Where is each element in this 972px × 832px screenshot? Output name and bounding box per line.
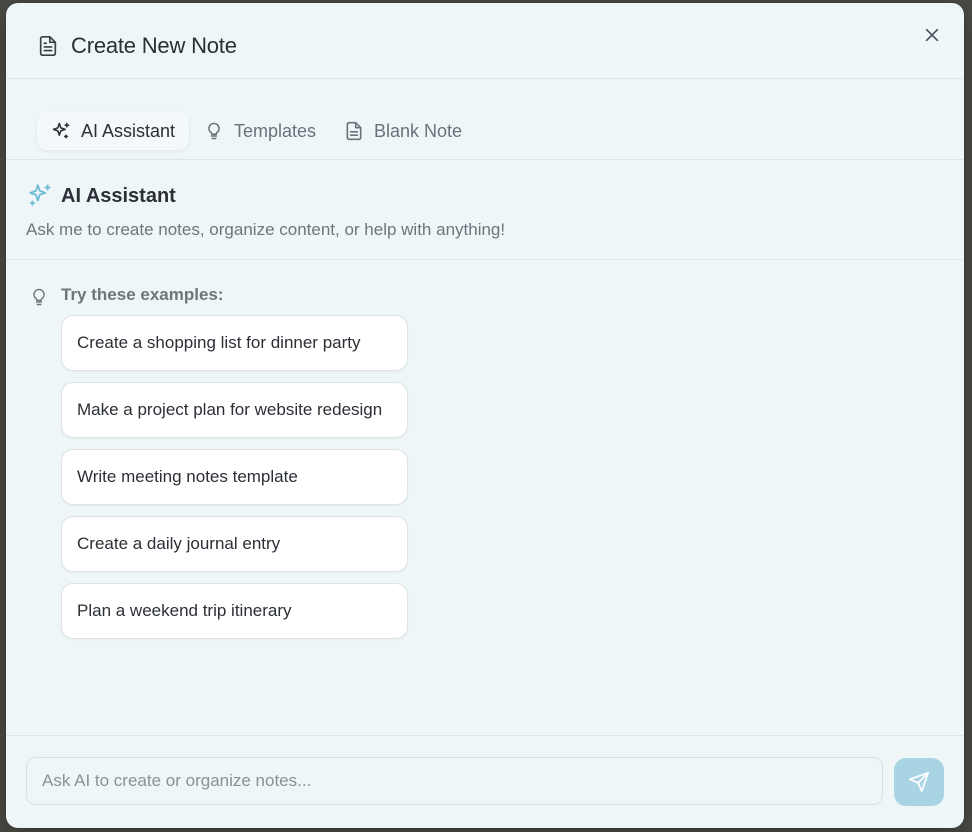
examples-list: Create a shopping list for dinner party … <box>61 315 408 650</box>
example-prompt-button[interactable]: Write meeting notes template <box>61 449 408 505</box>
tab-blank-note[interactable]: Blank Note <box>344 112 462 150</box>
close-icon <box>925 28 939 42</box>
tab-templates[interactable]: Templates <box>204 112 316 150</box>
example-prompt-button[interactable]: Plan a weekend trip itinerary <box>61 583 408 639</box>
example-prompt-button[interactable]: Create a daily journal entry <box>61 516 408 572</box>
tab-bar: AI Assistant Templates Blank Note <box>6 79 964 160</box>
assistant-heading: AI Assistant <box>61 185 176 207</box>
example-prompt-button[interactable]: Make a project plan for website redesign <box>61 382 408 438</box>
examples-label: Try these examples: <box>61 285 224 304</box>
tab-label: AI Assistant <box>81 120 176 141</box>
lightbulb-icon <box>208 122 220 140</box>
ai-prompt-input[interactable] <box>27 758 882 804</box>
close-button[interactable] <box>920 23 944 47</box>
ai-input-wrapper <box>26 757 883 805</box>
modal-title: Create New Note <box>71 33 237 58</box>
sparkles-icon <box>52 122 70 139</box>
lightbulb-icon <box>33 288 45 306</box>
tab-ai-assistant[interactable]: AI Assistant <box>37 112 190 150</box>
tab-label: Templates <box>234 120 317 141</box>
send-button[interactable] <box>894 758 944 806</box>
send-icon <box>908 771 930 793</box>
assistant-subtitle: Ask me to create notes, organize content… <box>26 220 506 239</box>
document-icon <box>39 36 57 56</box>
assistant-header: AI Assistant Ask me to create notes, org… <box>6 160 964 260</box>
tab-label: Blank Note <box>374 120 463 141</box>
modal-header: Create New Note <box>6 3 964 79</box>
create-note-modal: Create New Note AI Assistant Templates B… <box>6 3 964 828</box>
sparkles-icon <box>29 184 51 206</box>
document-icon <box>346 121 362 141</box>
composer-footer <box>6 735 964 828</box>
example-prompt-button[interactable]: Create a shopping list for dinner party <box>61 315 408 371</box>
